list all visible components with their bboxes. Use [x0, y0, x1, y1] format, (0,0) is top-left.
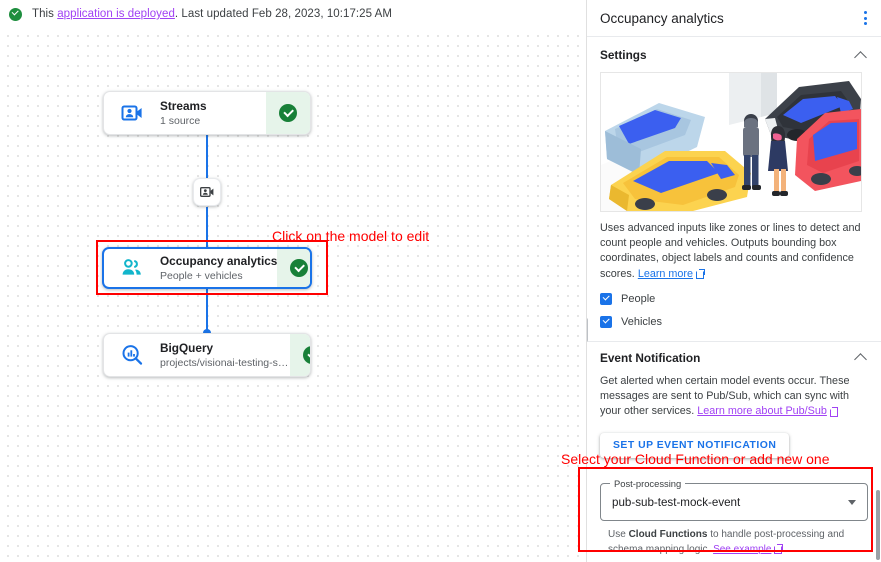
video-camera-person-icon	[117, 98, 147, 128]
node-bigquery-text: BigQuery projects/visionai-testing-stabl…	[160, 341, 290, 370]
learn-more-link[interactable]: Learn more	[638, 268, 693, 280]
checkbox-row-vehicles[interactable]: Vehicles	[600, 315, 881, 328]
checkbox-vehicles[interactable]	[600, 315, 612, 328]
settings-heading: Settings	[600, 48, 647, 62]
bigquery-search-icon	[117, 340, 147, 370]
check-circle-icon	[9, 7, 22, 21]
panel-inner-scrollbar[interactable]	[587, 318, 588, 342]
application-deployed-link[interactable]: application is deployed	[57, 8, 175, 20]
annotation-box-post-processing	[578, 467, 873, 552]
external-link-icon	[696, 269, 705, 280]
node-subtitle: 1 source	[160, 114, 201, 127]
node-stream-connector[interactable]	[193, 178, 221, 206]
panel-title: Occupancy analytics	[600, 10, 724, 26]
kebab-menu-icon[interactable]	[860, 6, 871, 30]
chevron-up-icon[interactable]	[856, 50, 867, 61]
status-prefix: This	[32, 8, 58, 20]
check-circle-icon	[303, 346, 310, 364]
node-status-badge	[290, 334, 310, 376]
settings-section-header[interactable]: Settings	[587, 37, 881, 71]
node-title: Streams	[160, 98, 207, 113]
video-camera-icon	[200, 187, 214, 197]
application-root: This application is deployed. Last updat…	[0, 0, 881, 562]
node-status-badge	[266, 92, 310, 134]
parking-lot-cars-people-illustration	[600, 72, 862, 212]
panel-header: Occupancy analytics	[587, 0, 881, 37]
status-suffix: . Last updated Feb 28, 2023, 10:17:25 AM	[174, 8, 393, 20]
checkbox-people[interactable]	[600, 292, 612, 305]
deployment-status-text: This application is deployed. Last updat…	[32, 8, 392, 20]
node-subtitle: projects/visionai-testing-stabl...	[160, 356, 290, 369]
event-notification-heading: Event Notification	[600, 350, 701, 365]
settings-description: Uses advanced inputs like zones or lines…	[600, 221, 864, 282]
checkbox-people-label: People	[621, 292, 656, 305]
chevron-up-icon[interactable]	[856, 352, 867, 363]
deployment-status-bar: This application is deployed. Last updat…	[0, 0, 586, 28]
pubsub-learn-more-link[interactable]: Learn more about Pub/Sub	[697, 405, 827, 417]
checkbox-row-people[interactable]: People	[600, 292, 881, 305]
annotation-box-occupancy	[96, 240, 328, 295]
node-bigquery[interactable]: BigQuery projects/visionai-testing-stabl…	[103, 333, 311, 377]
node-title: BigQuery	[160, 340, 214, 355]
checkbox-vehicles-label: Vehicles	[621, 315, 662, 328]
event-notification-description: Get alerted when certain model events oc…	[600, 374, 864, 420]
panel-vertical-scrollbar[interactable]	[876, 490, 880, 560]
node-streams-body: Streams 1 source	[104, 92, 266, 134]
node-bigquery-body: BigQuery projects/visionai-testing-stabl…	[104, 334, 290, 376]
external-link-icon	[829, 406, 839, 417]
event-notification-section-header[interactable]: Event Notification	[587, 342, 881, 374]
annotation-select-cloud-function: Select your Cloud Function or add new on…	[561, 451, 830, 467]
graph-canvas[interactable]: This application is deployed. Last updat…	[0, 0, 586, 562]
check-circle-icon	[279, 104, 297, 122]
node-streams[interactable]: Streams 1 source	[103, 91, 311, 135]
node-streams-text: Streams 1 source	[160, 99, 207, 128]
